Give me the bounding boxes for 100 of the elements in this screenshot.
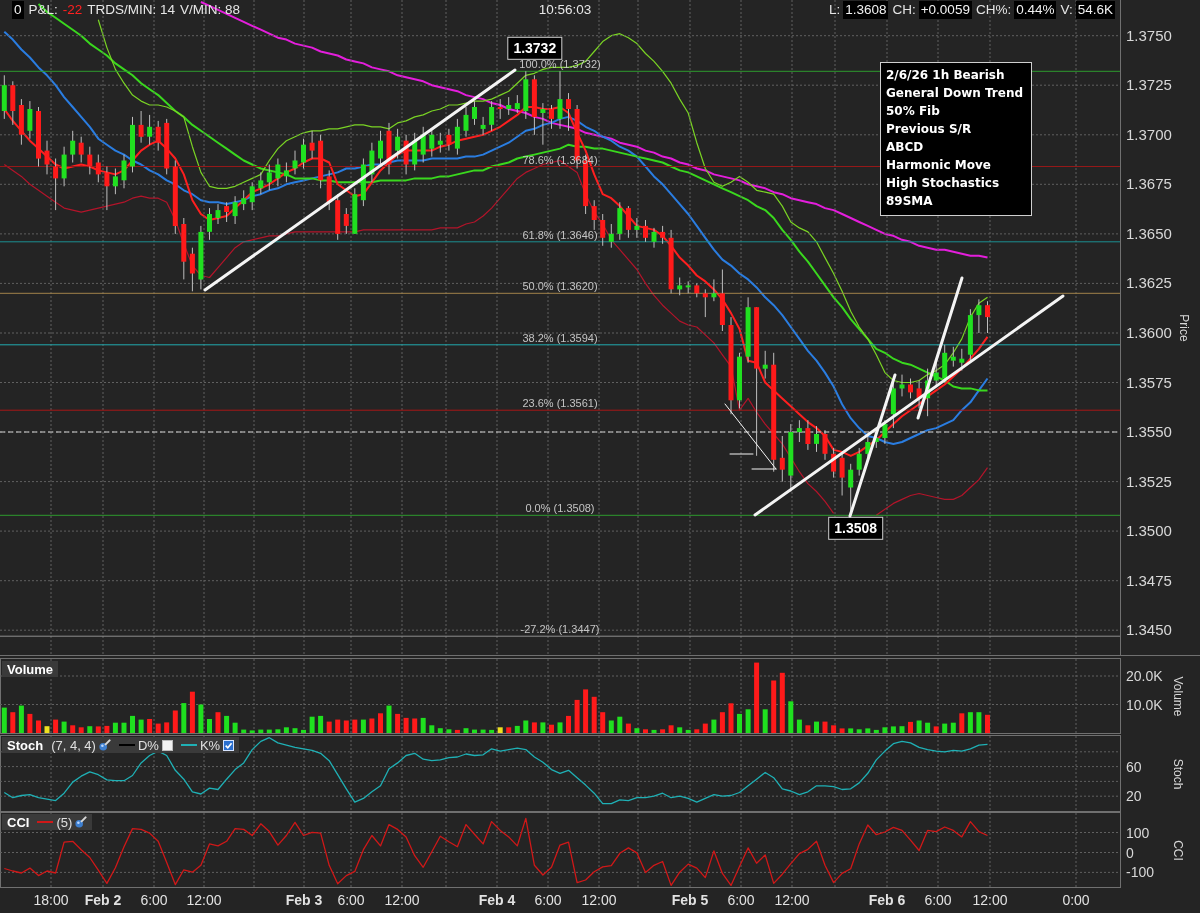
bar [130,715,135,733]
bar [728,703,734,733]
price-axis-label: 1.3525 [1126,472,1172,490]
bar [232,722,238,733]
panel-title: Stoch [7,737,44,753]
candlestick [634,217,640,239]
axis-title: Volume [1171,676,1185,717]
candlestick [762,350,768,379]
bar [839,728,845,733]
candlestick [378,130,383,167]
candlestick [557,70,563,130]
time-axis-label: 6:00 [534,892,562,908]
bar [10,712,16,733]
quote-label: CH: [892,2,916,18]
bar [754,662,760,733]
bar [164,722,170,733]
bar [292,728,298,733]
bar [403,717,409,733]
candlestick [412,132,418,171]
note-text: 2/6/26 1h Bearish [886,67,1006,84]
price-axis-label: 1.3500 [1126,522,1172,540]
bar [976,712,982,733]
bar [856,729,862,733]
time-axis-label: Feb 6 [868,892,906,908]
bar [677,727,683,733]
bar [890,726,896,733]
time-axis-label: 0:00 [1062,892,1090,908]
cci-axis-label: 100 [1126,824,1150,841]
bar [318,715,324,733]
time-axis-label: 12:00 [972,892,1008,908]
price-axis-label: 1.3450 [1126,621,1172,639]
bar [207,719,212,733]
time-axis-label: 12:00 [774,892,810,908]
series-checkbox[interactable] [223,739,235,751]
pnl-value: -22 [62,2,83,18]
candlestick [224,201,230,223]
price-axis-label: 1.3575 [1126,373,1172,391]
price-axis-label: 1.3650 [1126,224,1172,242]
candlestick [480,116,486,136]
bar [822,721,828,733]
bar [591,696,597,733]
fib-level-label: -27.2% (1.3447) [520,623,600,636]
series-checkbox[interactable] [161,739,173,751]
candlestick [189,247,195,292]
note-text: High Stochastics [886,175,1001,192]
bar [540,722,546,733]
bar [719,712,725,733]
bar [643,729,648,733]
bar [916,720,922,733]
bar [685,729,691,733]
candlestick [463,106,469,138]
bar [301,729,306,733]
bar [514,725,520,733]
time-axis-label: Feb 4 [478,892,516,908]
bar [27,713,33,733]
note-text: 50% Fib [886,103,941,120]
wrench-icon[interactable] [98,739,111,751]
bar [189,691,195,733]
bar [1,707,7,733]
bar [309,716,315,733]
bar [985,714,990,734]
bar [378,713,383,733]
candlestick [95,154,101,183]
note-text: ABCD [886,139,925,156]
bar [489,729,495,733]
bar [566,715,571,733]
bar [446,729,452,733]
bar [608,720,614,733]
bar [660,729,666,733]
bar [899,726,905,733]
candlestick [454,118,460,156]
candlestick [249,181,255,211]
stoch-axis-label: 60 [1126,758,1142,775]
candlestick [446,128,452,152]
bar [36,720,41,733]
bar [454,729,460,733]
wrench-icon[interactable] [75,816,88,828]
bar [523,720,529,733]
bar [181,703,187,733]
bar [762,709,768,733]
bar [53,719,59,733]
price-axis-label: 1.3750 [1126,26,1172,44]
quote-value: 0.44% [1014,1,1057,19]
time-axis-label: 12:00 [581,892,617,908]
candlestick [591,199,597,231]
candlestick [61,146,67,187]
bar [737,713,742,733]
fib-level-label: 0.0% (1.3508) [525,502,595,515]
candlestick [395,128,401,159]
time-axis-label: 6:00 [337,892,365,908]
bar [369,718,375,733]
bar [112,722,118,733]
bar [61,721,67,733]
candlestick [27,100,33,140]
note-text: Previous S/R [886,121,973,138]
parameter-text: (5) [56,814,73,830]
note-text: General Down Trend [886,85,1025,102]
bar [694,729,700,733]
bar [463,728,469,733]
candlestick [78,136,84,163]
